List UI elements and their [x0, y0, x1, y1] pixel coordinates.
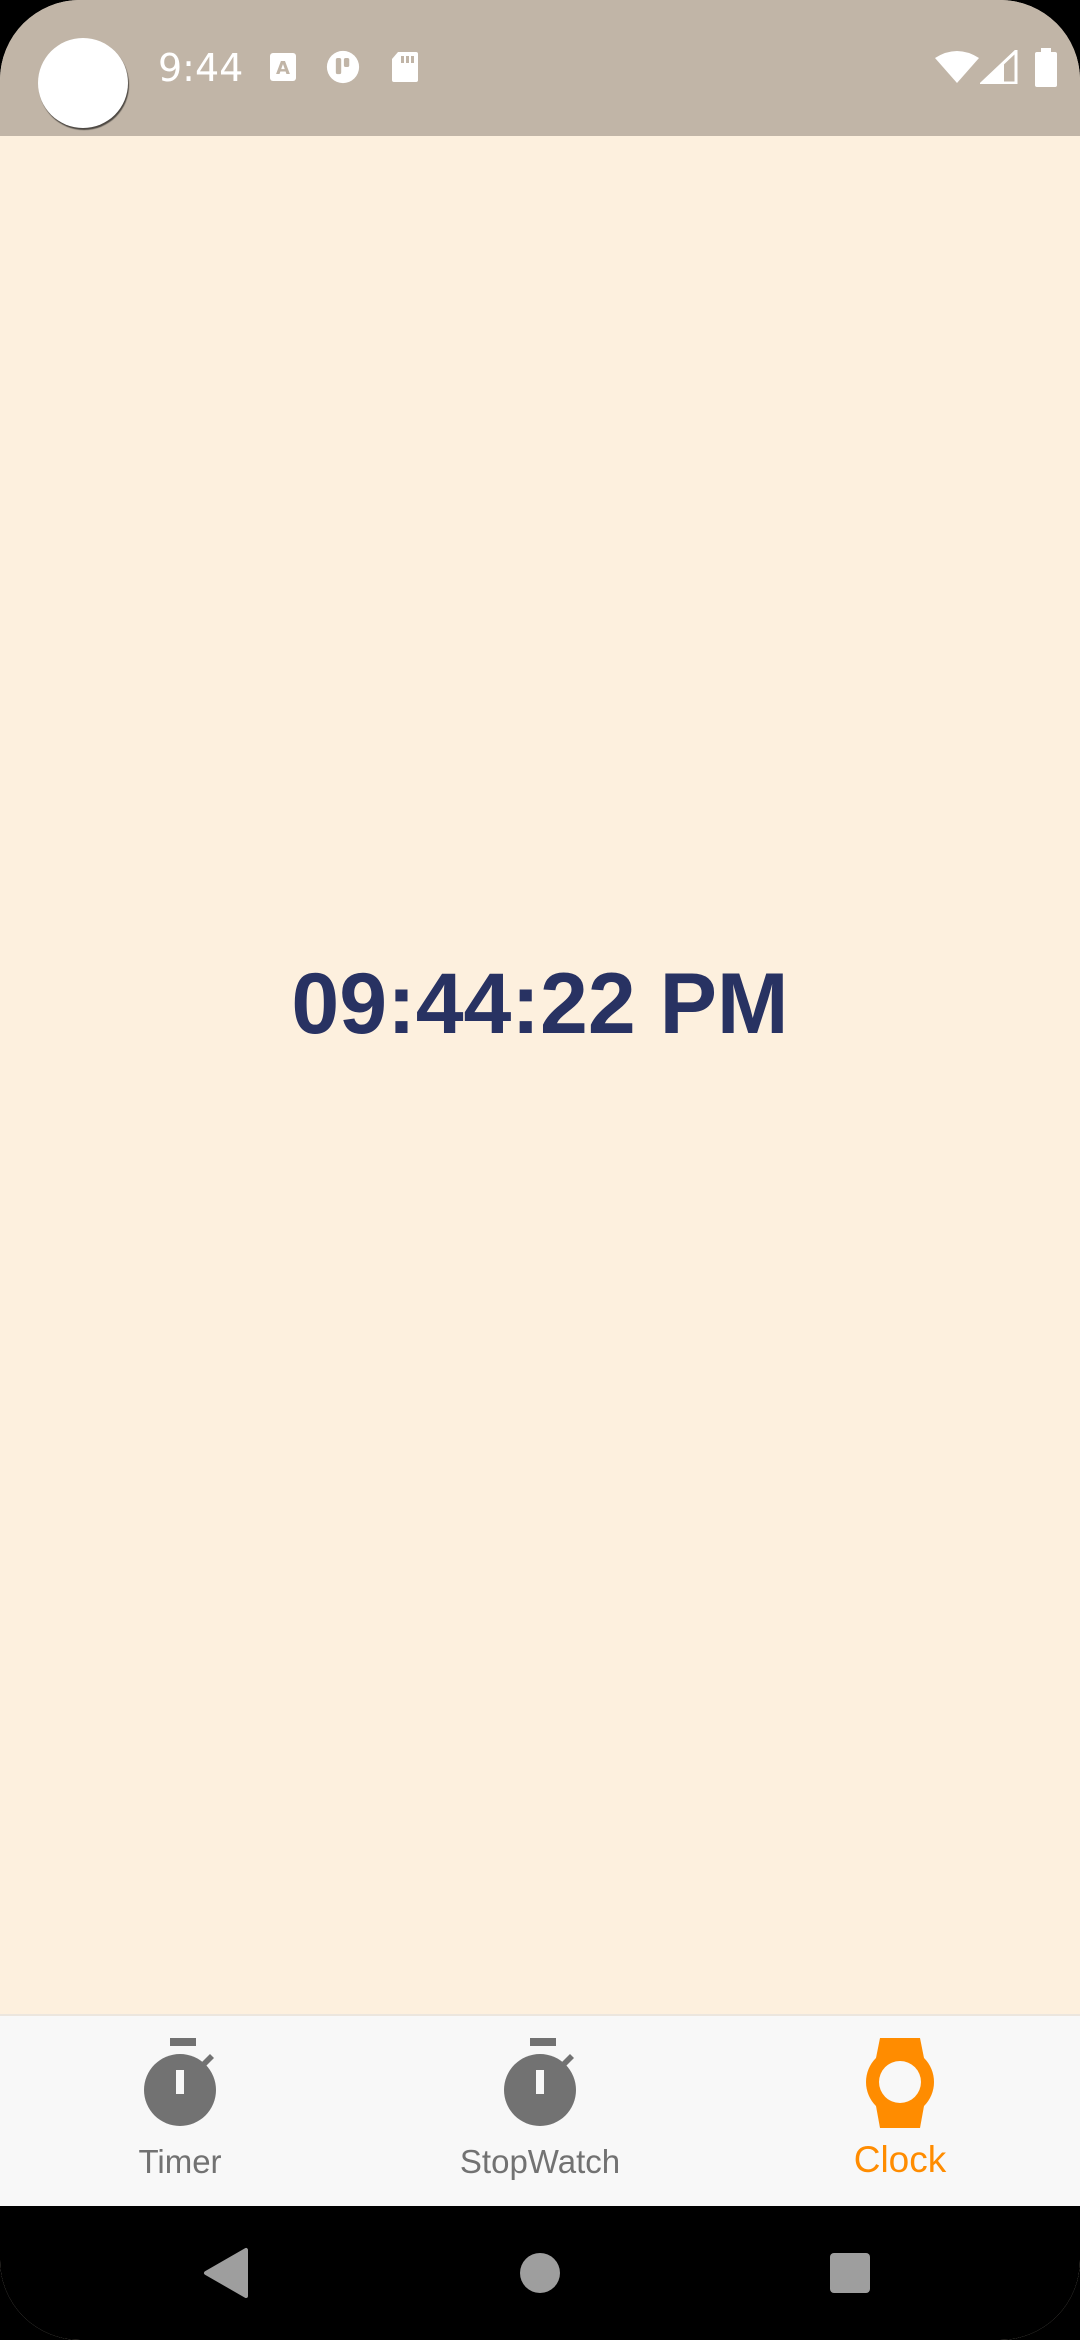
a-icon: A: [270, 53, 296, 81]
back-icon[interactable]: [166, 2206, 286, 2340]
signal-icon: [980, 50, 1018, 84]
stopwatch-icon: [144, 2038, 216, 2126]
nav-item-clock[interactable]: Clock: [720, 2016, 1080, 2208]
watch-icon: [866, 2038, 934, 2128]
nav-item-stopwatch[interactable]: StopWatch: [360, 2016, 720, 2208]
status-bar: 9:44 A: [0, 0, 1080, 136]
system-navigation-bar: [0, 2206, 1080, 2340]
wifi-icon: [935, 51, 979, 83]
camera-cutout: [38, 38, 128, 128]
stopwatch-icon: [504, 2038, 576, 2126]
bottom-navigation: Timer StopWatch Clock: [0, 2014, 1080, 2208]
app-screen: 9:44 A 09:44:22 PM Timer StopWatch Clock: [0, 0, 1080, 2340]
home-icon[interactable]: [480, 2206, 600, 2340]
clock-screen: 09:44:22 PM: [0, 136, 1080, 2014]
status-time: 9:44: [158, 46, 244, 90]
app-icon: [326, 50, 360, 84]
nav-label-clock: Clock: [853, 2139, 947, 2180]
recents-icon[interactable]: [790, 2206, 910, 2340]
sd-card-icon: [392, 52, 418, 82]
battery-icon: [1035, 48, 1057, 87]
nav-item-timer[interactable]: Timer: [0, 2016, 360, 2208]
digital-clock-time: 09:44:22 PM: [291, 956, 789, 1052]
nav-label-stopwatch: StopWatch: [459, 2143, 621, 2180]
nav-label-timer: Timer: [138, 2143, 222, 2180]
svg-text:A: A: [276, 58, 290, 79]
